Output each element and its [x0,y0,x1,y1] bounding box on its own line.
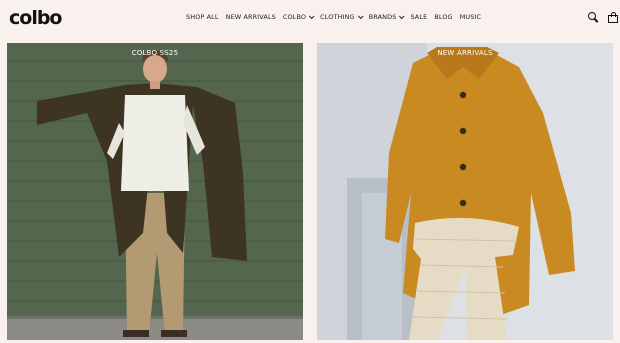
nav-label: BLOG [434,13,453,21]
nav-label: SHOP ALL [186,13,219,21]
bag-icon-body [608,15,618,23]
nav-new-arrivals[interactable]: NEW ARRIVALS [226,13,276,21]
chevron-down-icon [357,13,364,20]
site-header: colbo SHOP ALL NEW ARRIVALS COLBO CLOTHI… [0,0,620,36]
nav-blog[interactable]: BLOG [434,13,452,21]
header-icons [588,12,619,23]
nav-label: BRANDS [368,13,397,21]
colbo-logo[interactable]: colbo [9,7,62,29]
nav-clothing[interactable]: CLOTHING [320,13,364,21]
search-icon[interactable] [588,12,599,23]
nav-label: NEW ARRIVALS [225,13,276,21]
nav-label: CLOTHING [320,13,355,21]
nav-label: SALE [410,13,428,21]
nav-music[interactable]: MUSIC [460,13,481,21]
card-label: COLBO SS25 [131,49,179,57]
nav-shop-all[interactable]: SHOP ALL [186,13,219,21]
nav-sale[interactable]: SALE [410,13,427,21]
bag-icon[interactable] [608,12,619,23]
main-nav: SHOP ALL NEW ARRIVALS COLBO CLOTHING BRA… [186,13,481,21]
search-icon-handle [593,18,599,23]
photo-mustard-coat [317,43,613,340]
photo-man-brown-coat [7,43,303,340]
nav-brands[interactable]: BRANDS [368,13,405,21]
collection-card-new-arrivals[interactable]: NEW ARRIVALS [317,43,613,340]
card-label: NEW ARRIVALS [437,49,493,57]
collection-card-colbo-ss25[interactable]: COLBO SS25 [7,43,303,340]
chevron-down-icon [399,13,405,20]
nav-label: COLBO [282,13,307,21]
chevron-down-icon [309,13,315,20]
nav-colbo[interactable]: COLBO [282,13,315,21]
nav-label: MUSIC [459,13,482,21]
